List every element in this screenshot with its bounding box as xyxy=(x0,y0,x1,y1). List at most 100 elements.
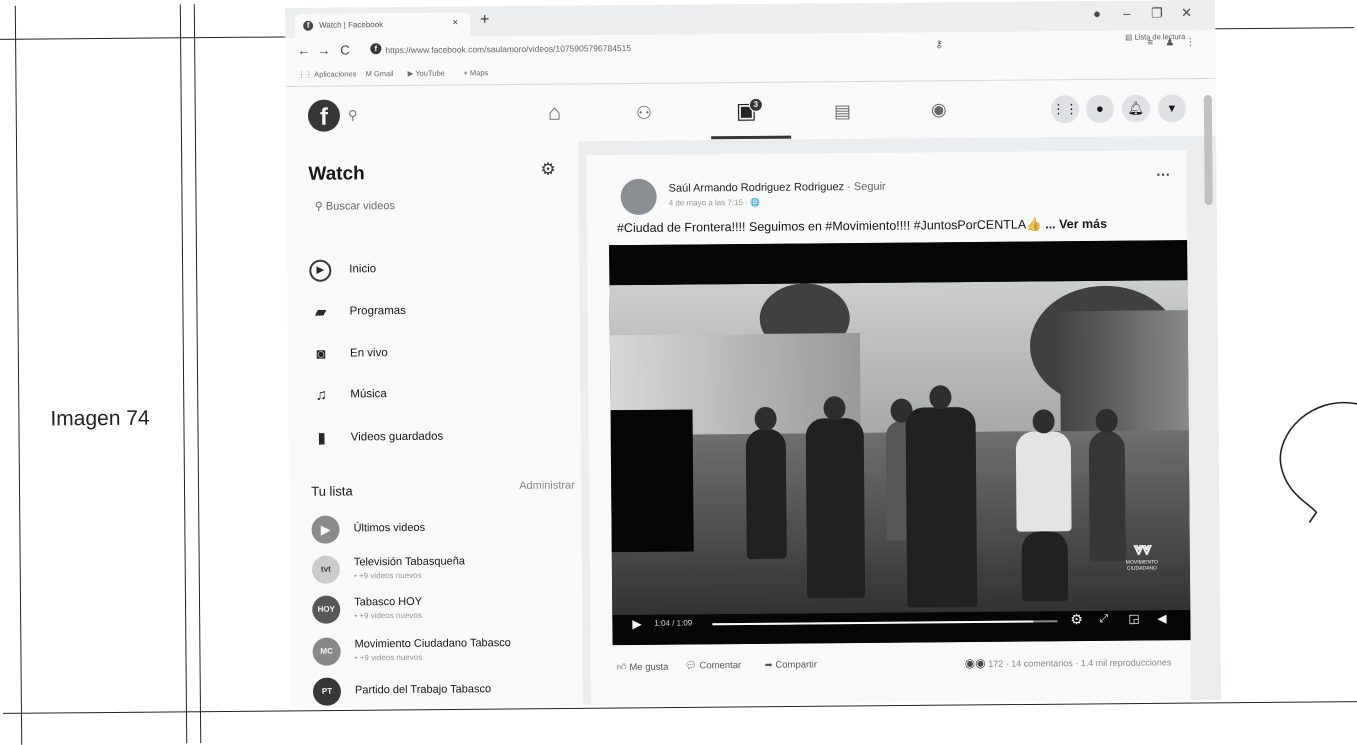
forward-icon[interactable]: → xyxy=(317,43,330,58)
sidebar-item-inicio[interactable]: ▶ Inicio xyxy=(309,255,569,285)
list-item[interactable]: PT Partido del Trabajo Tabasco xyxy=(312,673,583,708)
page-scrollbar[interactable] xyxy=(1203,94,1213,205)
post-author[interactable]: Saúl Armando Rodriguez Rodriguez · Segui… xyxy=(669,181,886,195)
latest-videos-icon: ▶ xyxy=(311,515,340,544)
post-options-button[interactable]: ··· xyxy=(1156,166,1170,182)
search-icon[interactable]: ⚲ xyxy=(348,107,358,123)
video-frame-person xyxy=(905,385,978,608)
list-item-name: Tabasco HOY xyxy=(354,595,423,609)
messenger-icon[interactable]: ● xyxy=(1085,94,1115,124)
minimize-icon[interactable]: – xyxy=(1123,6,1130,21)
video-progress-fill xyxy=(712,620,1034,626)
search-videos-input[interactable]: ⚲ Buscar videos xyxy=(315,199,395,213)
list-item-sub: • +9 videos nuevos xyxy=(353,570,422,581)
post-caption: #Ciudad de Frontera!!!! Seguimos en #Mov… xyxy=(617,217,1107,236)
video-frame-head xyxy=(1032,409,1055,434)
reload-icon[interactable]: C xyxy=(340,42,350,57)
video-controls: ▶ 1:04 / 1:09 ⚙ ⤢ ◲ ◀ xyxy=(612,600,1190,645)
groups-icon[interactable]: ◉ xyxy=(931,99,947,120)
site-info-icon[interactable]: f xyxy=(370,43,382,55)
video-letterbox-top xyxy=(609,240,1188,286)
menu-grid-icon[interactable]: ⋮⋮ xyxy=(1050,95,1080,124)
table-col-divider-2 xyxy=(193,4,202,744)
notifications-icon[interactable]: 🔔︎ xyxy=(1121,94,1151,123)
browser-tab[interactable]: f Watch | Facebook × xyxy=(295,12,471,38)
sidebar-item-label: Música xyxy=(350,388,387,401)
account-menu-icon[interactable]: ▾ xyxy=(1157,94,1187,123)
list-item[interactable]: tvt Televisión Tabasqueña • +9 videos nu… xyxy=(311,551,582,587)
facebook-favicon-icon: f xyxy=(303,20,314,31)
author-avatar[interactable] xyxy=(620,178,657,216)
marketplace-icon[interactable]: ▤ xyxy=(834,101,851,122)
list-item-sub: • +9 videos nuevos xyxy=(354,610,422,621)
reactions-icon: ◉◉ xyxy=(964,655,986,671)
list-item[interactable]: ▶ Últimos videos xyxy=(311,511,581,547)
comment-label: Comentar xyxy=(699,660,742,672)
brand-watermark-text: MOVIMIENTO CIUDADANO xyxy=(1125,559,1158,572)
settings-icon[interactable]: ⚙ xyxy=(1070,611,1083,628)
tab-close-button[interactable]: × xyxy=(452,17,458,28)
list-item[interactable]: MC Movimiento Ciudadano Tabasco • +9 vid… xyxy=(312,633,582,669)
sidebar-item-label: En vivo xyxy=(349,347,388,360)
avatar: HOY xyxy=(312,595,341,624)
list-item-name: Últimos videos xyxy=(353,521,426,535)
gear-icon[interactable]: ⚙ xyxy=(540,160,555,180)
bookmark-gmail[interactable]: M Gmail xyxy=(366,69,394,78)
manage-link[interactable]: Administrar xyxy=(519,479,575,491)
key-icon[interactable]: ⚷ xyxy=(935,39,942,50)
sidebar-item-en-vivo[interactable]: ◙ En vivo xyxy=(310,339,570,369)
video-frame-head xyxy=(823,396,846,421)
follow-link[interactable]: · Seguir xyxy=(844,181,886,193)
pip-icon[interactable]: ◲ xyxy=(1128,612,1139,626)
video-post: Saúl Armando Rodriguez Rodriguez · Segui… xyxy=(586,150,1192,706)
bookmark-maps[interactable]: ⌖ Maps xyxy=(464,68,489,78)
avatar: PT xyxy=(312,677,342,706)
profile-icon[interactable]: ● xyxy=(1093,6,1101,21)
table-left-border xyxy=(14,5,23,745)
post-date[interactable]: 4 de mayo a las 7:15 · 🌐 xyxy=(669,198,760,208)
post-actions: 👍︎ Me gusta 💬︎ Comentar ➦ Compartir ◉◉ 1… xyxy=(617,652,1187,677)
music-icon: ♫ xyxy=(315,386,328,404)
see-more-link[interactable]: ... Ver más xyxy=(1042,217,1107,232)
video-player[interactable]: ⩔⩔ MOVIMIENTO CIUDADANO ▶ 1:04 / 1:09 ⚙ … xyxy=(609,240,1191,646)
new-tab-button[interactable]: + xyxy=(480,11,490,29)
play-icon[interactable]: ▶ xyxy=(632,617,641,631)
url-field[interactable]: https://www.facebook.com/saulamoro/video… xyxy=(385,43,631,55)
post-stats[interactable]: ◉◉ 172 · 14 comentarios · 1.4 mil reprod… xyxy=(965,654,1172,670)
back-icon[interactable]: ← xyxy=(297,43,310,58)
bookmark-label: YouTube xyxy=(415,68,445,78)
list-item[interactable]: HOY Tabasco HOY • +9 videos nuevos xyxy=(312,591,582,627)
like-button[interactable]: 👍︎ Me gusta xyxy=(617,661,669,673)
list-item-name: Movimiento Ciudadano Tabasco xyxy=(354,637,511,651)
sidebar-item-programas[interactable]: ▰ Programas xyxy=(310,297,570,327)
avatar: MC xyxy=(312,637,341,666)
facebook-top-nav: f ⚲ ⌂ ⚇ ▣ 3 ▤ ◉ ⋮⋮ ● 🔔︎ ▾ xyxy=(285,79,1217,145)
volume-icon[interactable]: ◀ xyxy=(1157,611,1166,625)
bookmark-youtube[interactable]: ▶ YouTube xyxy=(408,69,445,78)
friends-icon[interactable]: ⚇ xyxy=(636,103,652,124)
reading-list-button[interactable]: ▤ Lista de lectura xyxy=(1125,32,1185,42)
author-name[interactable]: Saúl Armando Rodriguez Rodriguez xyxy=(669,181,845,195)
fullscreen-icon[interactable]: ⤢ xyxy=(1099,613,1108,626)
facebook-logo-icon[interactable]: f xyxy=(307,99,341,132)
video-frame-person xyxy=(1021,531,1069,602)
video-frame-person xyxy=(805,396,866,599)
video-progress-bar[interactable] xyxy=(712,620,1058,626)
bookmark-apps[interactable]: ⋮⋮ Aplicaciones xyxy=(298,69,357,79)
sidebar-title: Watch xyxy=(308,163,365,185)
your-list-heading: Tu lista xyxy=(311,483,353,499)
watch-notification-badge: 3 xyxy=(748,97,763,112)
eagle-logo-icon: ⩔⩔ xyxy=(1133,538,1150,559)
comment-button[interactable]: 💬︎ Comentar xyxy=(685,660,742,671)
close-window-icon[interactable]: ✕ xyxy=(1181,5,1192,21)
video-time: 1:04 / 1:09 xyxy=(654,618,693,628)
share-button[interactable]: ➦ Compartir xyxy=(765,659,817,670)
home-icon[interactable]: ⌂ xyxy=(548,100,562,126)
sidebar-item-musica[interactable]: ♫ Música xyxy=(310,380,570,410)
menu-kebab-icon[interactable]: ⋮ xyxy=(1185,37,1195,48)
restore-icon[interactable]: ❐ xyxy=(1151,5,1163,21)
redaction-box xyxy=(610,409,694,553)
caption-text: #Ciudad de Frontera!!!! Seguimos en #Mov… xyxy=(616,217,1042,236)
watch-sidebar: Watch ⚙ ⚲ Buscar videos ▶ Inicio ▰ Progr… xyxy=(286,141,587,708)
sidebar-item-videos-guardados[interactable]: ▮ Videos guardados xyxy=(311,423,571,453)
